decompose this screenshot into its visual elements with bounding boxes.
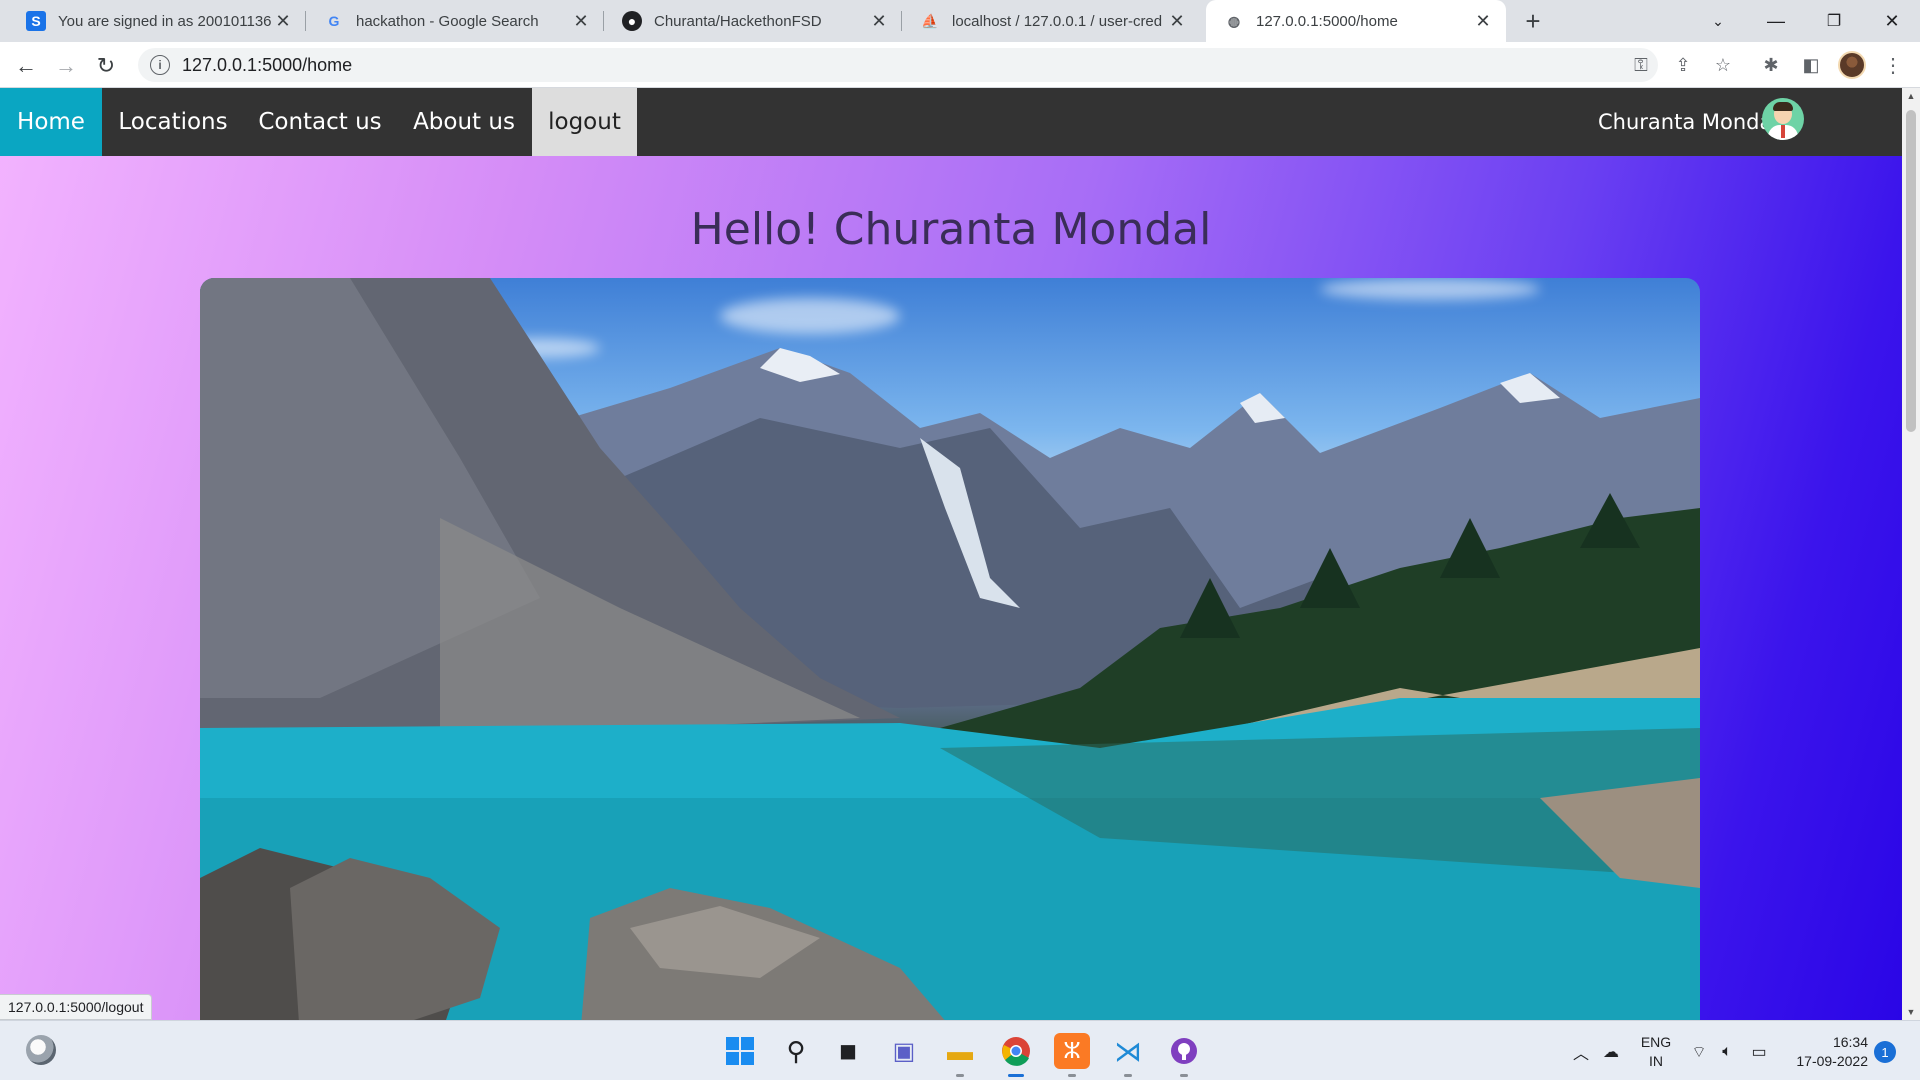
nav-home[interactable]: Home bbox=[0, 88, 102, 156]
landscape-illustration bbox=[200, 278, 1700, 1020]
user-avatar[interactable] bbox=[1762, 98, 1804, 140]
notification-badge[interactable]: 1 bbox=[1874, 1041, 1896, 1063]
github-desktop-icon[interactable] bbox=[1166, 1033, 1202, 1077]
close-icon[interactable]: ✕ bbox=[570, 10, 592, 32]
xampp-icon[interactable]: ⵣ bbox=[1054, 1033, 1090, 1077]
key-icon[interactable]: ⚿ bbox=[1626, 50, 1656, 80]
windows-start-icon[interactable] bbox=[722, 1033, 758, 1069]
forward-button[interactable]: → bbox=[50, 50, 82, 82]
teams-chat-icon[interactable]: ▣ bbox=[886, 1033, 922, 1069]
clock-date: 17-09-2022 bbox=[1796, 1053, 1868, 1069]
tab-title: You are signed in as 2001011369 bbox=[58, 12, 272, 30]
url-text: 127.0.0.1:5000/home bbox=[182, 54, 353, 75]
chrome-icon[interactable] bbox=[998, 1033, 1034, 1077]
hero-landscape-image bbox=[200, 278, 1700, 1020]
scroll-down-icon[interactable]: ▼ bbox=[1902, 1004, 1920, 1020]
tab-title: localhost / 127.0.0.1 / user-cred / bbox=[952, 12, 1166, 30]
globe-icon: ◍ bbox=[1227, 12, 1241, 29]
file-explorer-icon[interactable]: ▬ bbox=[942, 1033, 978, 1077]
nav-contact-us[interactable]: Contact us bbox=[244, 88, 396, 156]
language-code: ENG bbox=[1640, 1034, 1672, 1050]
close-icon[interactable]: ✕ bbox=[272, 10, 294, 32]
chevron-up-icon[interactable]: ︿ bbox=[1570, 1041, 1592, 1063]
site-info-icon[interactable]: i bbox=[150, 55, 170, 75]
phpmyadmin-icon: ⛵ bbox=[921, 12, 939, 29]
weather-widget-icon[interactable] bbox=[26, 1035, 56, 1065]
tab-title: hackathon - Google Search bbox=[356, 12, 539, 30]
profile-avatar[interactable] bbox=[1838, 51, 1866, 79]
extensions-icon[interactable]: ✱ bbox=[1756, 50, 1786, 80]
close-icon[interactable]: ✕ bbox=[1166, 10, 1188, 32]
wifi-icon[interactable]: ⌔ bbox=[1688, 1041, 1710, 1063]
scrollbar-thumb[interactable] bbox=[1906, 110, 1916, 432]
nav-about-us[interactable]: About us bbox=[396, 88, 532, 156]
nav-logout[interactable]: logout bbox=[532, 88, 637, 156]
page-scrollbar[interactable]: ▲ ▼ bbox=[1902, 88, 1920, 1020]
menu-icon[interactable]: ⋮ bbox=[1878, 50, 1908, 80]
browser-tab[interactable]: S You are signed in as 2001011369 ✕ bbox=[8, 0, 306, 42]
minimize-button[interactable]: — bbox=[1748, 0, 1804, 42]
vscode-icon[interactable]: ⋊ bbox=[1110, 1033, 1146, 1077]
side-panel-icon[interactable]: ◧ bbox=[1796, 50, 1826, 80]
windows-taskbar: ⚲ ◼ ▣ ▬ ⵣ ⋊ ︿ ☁ ENG IN ⌔ 🔈︎ ▭ 16:34 17-0… bbox=[0, 1020, 1920, 1080]
nav-locations[interactable]: Locations bbox=[102, 88, 244, 156]
browser-tab[interactable]: ● Churanta/HackethonFSD ✕ bbox=[604, 0, 902, 42]
scroll-up-icon[interactable]: ▲ bbox=[1902, 88, 1920, 104]
browser-tab-strip: S You are signed in as 2001011369 ✕ G ha… bbox=[0, 0, 1920, 42]
language-indicator[interactable]: ENG IN bbox=[1636, 1033, 1676, 1071]
browser-tab[interactable]: ⛵ localhost / 127.0.0.1 / user-cred / ✕ bbox=[902, 0, 1200, 42]
close-window-button[interactable]: ✕ bbox=[1864, 0, 1920, 42]
clock-time: 16:34 bbox=[1832, 1034, 1868, 1050]
address-bar[interactable]: i 127.0.0.1:5000/home bbox=[138, 48, 1658, 82]
system-clock[interactable]: 16:34 17-09-2022 bbox=[1788, 1033, 1868, 1071]
tab-search-button[interactable]: ⌄ bbox=[1690, 0, 1746, 42]
task-view-icon[interactable]: ◼ bbox=[830, 1033, 866, 1069]
new-tab-button[interactable]: + bbox=[1518, 6, 1548, 36]
sway-icon: S bbox=[26, 11, 46, 31]
tab-title: Churanta/HackethonFSD bbox=[654, 12, 822, 30]
share-icon[interactable]: ⇪ bbox=[1668, 50, 1698, 80]
volume-icon[interactable]: 🔈︎ bbox=[1716, 1041, 1738, 1063]
browser-tab-active[interactable]: ◍ 127.0.0.1:5000/home ✕ bbox=[1206, 0, 1506, 42]
tab-title: 127.0.0.1:5000/home bbox=[1256, 12, 1398, 30]
back-button[interactable]: ← bbox=[10, 50, 42, 82]
close-icon[interactable]: ✕ bbox=[1472, 10, 1494, 32]
github-icon: ● bbox=[622, 11, 642, 31]
search-icon[interactable]: ⚲ bbox=[778, 1033, 814, 1069]
browser-tab[interactable]: G hackathon - Google Search ✕ bbox=[306, 0, 604, 42]
bookmark-star-icon[interactable]: ☆ bbox=[1708, 50, 1738, 80]
close-icon[interactable]: ✕ bbox=[868, 10, 890, 32]
reload-button[interactable]: ↻ bbox=[90, 50, 122, 82]
greeting-heading: Hello! Churanta Mondal bbox=[690, 204, 1212, 255]
battery-icon[interactable]: ▭ bbox=[1748, 1041, 1770, 1063]
status-link-preview: 127.0.0.1:5000/logout bbox=[0, 994, 153, 1020]
restore-button[interactable]: ❐ bbox=[1806, 0, 1862, 42]
onedrive-icon[interactable]: ☁ bbox=[1600, 1041, 1622, 1063]
region-code: IN bbox=[1649, 1053, 1663, 1069]
browser-toolbar: ← → ↻ i 127.0.0.1:5000/home ⚿ ⇪ ☆ ✱ ◧ ⋮ bbox=[0, 42, 1920, 88]
google-icon: G bbox=[328, 13, 340, 29]
user-name: Churanta Mondal bbox=[1598, 110, 1779, 134]
site-navbar: Home Locations Contact us About us logou… bbox=[0, 88, 1902, 156]
page-viewport: Home Locations Contact us About us logou… bbox=[0, 88, 1902, 1020]
